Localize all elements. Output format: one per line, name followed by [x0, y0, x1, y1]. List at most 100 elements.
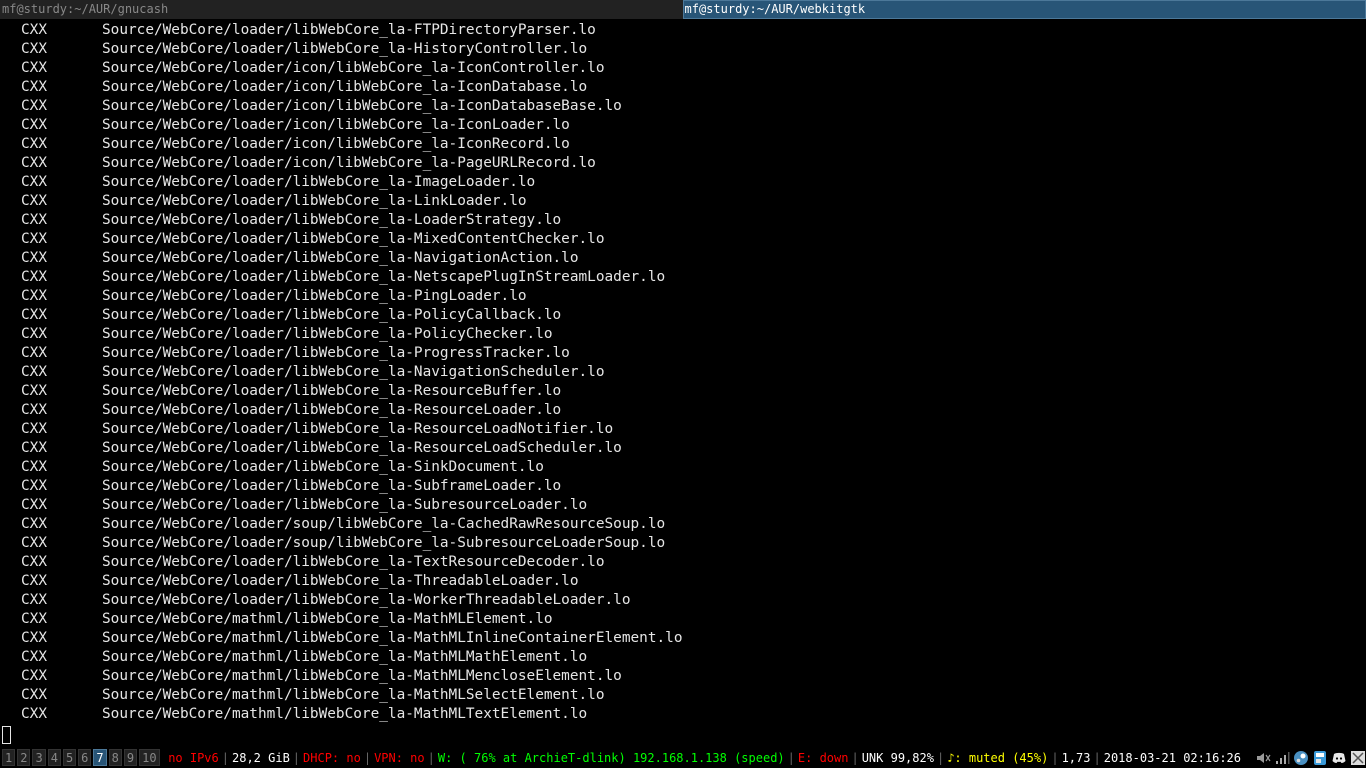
- workspace-button-8[interactable]: 8: [108, 749, 122, 766]
- object-file-path: Source/WebCore/loader/libWebCore_la-Reso…: [102, 440, 622, 456]
- workspace-button-3[interactable]: 3: [32, 749, 46, 766]
- workspace-button-2[interactable]: 2: [17, 749, 31, 766]
- compile-step: CXX: [21, 155, 47, 171]
- system-tray: [1252, 749, 1366, 766]
- object-file-path: Source/WebCore/loader/libWebCore_la-Mixe…: [102, 231, 605, 247]
- object-file-path: Source/WebCore/loader/libWebCore_la-Link…: [102, 193, 527, 209]
- object-file-path: Source/WebCore/loader/icon/libWebCore_la…: [102, 155, 596, 171]
- workspace-switcher: 1 2 3 4 5 6 7 8 9 10: [0, 747, 160, 768]
- object-file-path: Source/WebCore/loader/libWebCore_la-Reso…: [102, 383, 562, 399]
- compile-step: CXX: [21, 478, 47, 494]
- status-bar: 1 2 3 4 5 6 7 8 9 10 no IPv6 | 28,2 GiB | DHCP: n…: [0, 747, 1366, 768]
- compile-step: CXX: [21, 706, 47, 722]
- terminal-line: CXX Source/WebCore/mathml/libWebCore_la-M…: [0, 667, 1366, 686]
- workspace-button-1[interactable]: 1: [2, 749, 16, 766]
- terminal-line: CXX Source/WebCore/mathml/libWebCore_la-M…: [0, 705, 1366, 724]
- object-file-path: Source/WebCore/loader/icon/libWebCore_la…: [102, 98, 622, 114]
- volume-icon[interactable]: [1255, 750, 1271, 766]
- terminal-line: CXX Source/WebCore/loader/libWebCore_la-N…: [0, 363, 1366, 382]
- object-file-path: Source/WebCore/loader/libWebCore_la-Reso…: [102, 402, 562, 418]
- terminal-line: CXX Source/WebCore/mathml/libWebCore_la-M…: [0, 648, 1366, 667]
- object-file-path: Source/WebCore/mathml/libWebCore_la-Math…: [102, 649, 588, 665]
- terminal-line: CXX Source/WebCore/loader/libWebCore_la-N…: [0, 268, 1366, 287]
- object-file-path: Source/WebCore/loader/libWebCore_la-Sink…: [102, 459, 544, 475]
- workspace-button-5[interactable]: 5: [62, 749, 77, 766]
- compile-step: CXX: [21, 193, 47, 209]
- object-file-path: Source/WebCore/loader/libWebCore_la-Imag…: [102, 174, 536, 190]
- object-file-path: Source/WebCore/mathml/libWebCore_la-Math…: [102, 668, 622, 684]
- tab-gnucash[interactable]: mf@sturdy:~/AUR/gnucash: [0, 0, 683, 19]
- workspace-button-7[interactable]: 7: [93, 749, 107, 766]
- compile-step: CXX: [21, 421, 47, 437]
- workspace-button-6[interactable]: 6: [78, 749, 92, 766]
- ethernet-status: E: down: [797, 750, 849, 765]
- terminal-line: CXX Source/WebCore/loader/libWebCore_la-L…: [0, 192, 1366, 211]
- terminal-line: CXX Source/WebCore/loader/libWebCore_la-S…: [0, 496, 1366, 515]
- object-file-path: Source/WebCore/mathml/libWebCore_la-Math…: [102, 611, 553, 627]
- terminal-line: CXX Source/WebCore/loader/icon/libWebCore…: [0, 59, 1366, 78]
- vpn-status: VPN: no: [374, 750, 425, 765]
- object-file-path: Source/WebCore/loader/libWebCore_la-Subf…: [102, 478, 562, 494]
- window-tab-bar: mf@sturdy:~/AUR/gnucash mf@sturdy:~/AUR/…: [0, 0, 1366, 19]
- app-icon[interactable]: [1312, 750, 1328, 766]
- terminal-line: CXX Source/WebCore/loader/libWebCore_la-P…: [0, 287, 1366, 306]
- settings-icon[interactable]: [1350, 750, 1366, 766]
- object-file-path: Source/WebCore/mathml/libWebCore_la-Math…: [102, 706, 588, 722]
- compile-step: CXX: [21, 554, 47, 570]
- object-file-path: Source/WebCore/loader/soup/libWebCore_la…: [102, 516, 666, 532]
- compile-step: CXX: [21, 345, 47, 361]
- object-file-path: Source/WebCore/loader/libWebCore_la-Load…: [102, 212, 562, 228]
- discord-icon[interactable]: [1331, 750, 1347, 766]
- object-file-path: Source/WebCore/loader/soup/libWebCore_la…: [102, 535, 666, 551]
- network-signal-icon[interactable]: [1274, 750, 1290, 766]
- object-file-path: Source/WebCore/loader/libWebCore_la-Hist…: [102, 41, 588, 57]
- compile-step: CXX: [21, 212, 47, 228]
- terminal-line: CXX Source/WebCore/loader/libWebCore_la-W…: [0, 591, 1366, 610]
- terminal-line: CXX Source/WebCore/loader/libWebCore_la-H…: [0, 40, 1366, 59]
- terminal-line: CXX Source/WebCore/loader/libWebCore_la-P…: [0, 306, 1366, 325]
- compile-step: CXX: [21, 440, 47, 456]
- compile-step: CXX: [21, 497, 47, 513]
- terminal-output[interactable]: CXX Source/WebCore/loader/libWebCore_la-F…: [0, 21, 1366, 745]
- terminal-line: CXX Source/WebCore/loader/libWebCore_la-I…: [0, 173, 1366, 192]
- object-file-path: Source/WebCore/mathml/libWebCore_la-Math…: [102, 687, 605, 703]
- terminal-line: CXX Source/WebCore/loader/libWebCore_la-F…: [0, 21, 1366, 40]
- compile-step: CXX: [21, 630, 47, 646]
- workspace-button-9[interactable]: 9: [123, 749, 138, 766]
- compile-step: CXX: [21, 231, 47, 247]
- terminal-line: CXX Source/WebCore/loader/libWebCore_la-R…: [0, 382, 1366, 401]
- compile-step: CXX: [21, 402, 47, 418]
- tab-webkitgtk[interactable]: mf@sturdy:~/AUR/webkitgtk: [682, 0, 1366, 19]
- terminal-line: CXX Source/WebCore/loader/soup/libWebCore…: [0, 534, 1366, 553]
- compile-step: CXX: [21, 79, 47, 95]
- terminal-line: CXX Source/WebCore/loader/icon/libWebCore…: [0, 116, 1366, 135]
- compile-step: CXX: [21, 383, 47, 399]
- terminal-line: CXX Source/WebCore/loader/libWebCore_la-R…: [0, 401, 1366, 420]
- compile-step: CXX: [21, 307, 47, 323]
- compile-step: CXX: [21, 535, 47, 551]
- wifi-status: W: ( 76% at ArchieT-dlink) 192.168.1.138…: [437, 750, 785, 765]
- object-file-path: Source/WebCore/loader/libWebCore_la-Prog…: [102, 345, 570, 361]
- workspace-button-4[interactable]: 4: [47, 749, 61, 766]
- compile-step: CXX: [21, 687, 47, 703]
- object-file-path: Source/WebCore/loader/libWebCore_la-Nets…: [102, 269, 666, 285]
- terminal-line: CXX Source/WebCore/loader/libWebCore_la-L…: [0, 211, 1366, 230]
- compile-step: CXX: [21, 668, 47, 684]
- object-file-path: Source/WebCore/loader/icon/libWebCore_la…: [102, 117, 570, 133]
- compile-step: CXX: [21, 117, 47, 133]
- dhcp-status: DHCP: no: [303, 750, 361, 765]
- terminal-line: CXX Source/WebCore/loader/libWebCore_la-P…: [0, 344, 1366, 363]
- disk-status: 28,2 GiB: [232, 750, 290, 765]
- object-file-path: Source/WebCore/loader/libWebCore_la-Text…: [102, 554, 605, 570]
- object-file-path: Source/WebCore/loader/libWebCore_la-Ping…: [102, 288, 527, 304]
- compile-step: CXX: [21, 288, 47, 304]
- object-file-path: Source/WebCore/loader/libWebCore_la-Reso…: [102, 421, 614, 437]
- terminal-line: CXX Source/WebCore/loader/icon/libWebCore…: [0, 78, 1366, 97]
- battery-status: UNK 99,82%: [861, 750, 934, 765]
- steam-icon[interactable]: [1293, 750, 1309, 766]
- ipv6-status: no IPv6: [168, 750, 219, 765]
- object-file-path: Source/WebCore/loader/libWebCore_la-Subr…: [102, 497, 588, 513]
- workspace-button-10[interactable]: 10: [139, 749, 160, 766]
- terminal-line: CXX Source/WebCore/mathml/libWebCore_la-M…: [0, 629, 1366, 648]
- compile-step: CXX: [21, 516, 47, 532]
